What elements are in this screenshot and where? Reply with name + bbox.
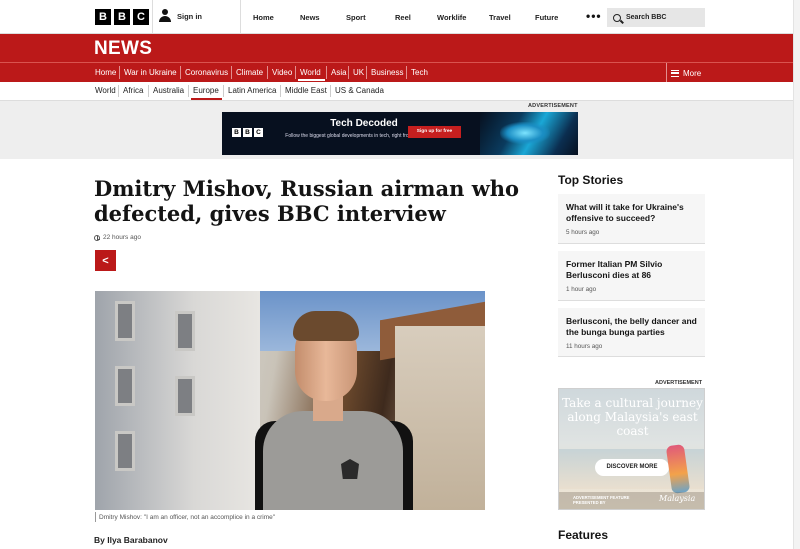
global-header: B B C Sign in Home News Sport Reel Workl… — [0, 0, 800, 34]
menu-icon — [671, 69, 679, 77]
nav-active-indicator — [298, 79, 325, 81]
signin-label: Sign in — [177, 11, 202, 21]
nav-tech[interactable]: Tech — [411, 68, 428, 77]
story-time: 5 hours ago — [566, 229, 600, 236]
user-icon — [159, 9, 171, 23]
subnav-separator — [280, 85, 281, 97]
news-banner: NEWS — [0, 34, 800, 62]
nav-home[interactable]: Home — [95, 68, 116, 77]
article-timestamp: 22 hours ago — [94, 234, 141, 241]
subnav-separator — [148, 85, 149, 97]
more-dots-icon[interactable]: ••• — [586, 10, 602, 22]
subnav-separator — [188, 85, 189, 97]
nav-video[interactable]: Video — [272, 68, 292, 77]
discover-more-button[interactable]: DISCOVER MORE — [595, 459, 669, 476]
subnav-latin-america[interactable]: Latin America — [228, 86, 276, 95]
photo-caption: Dmitry Mishov: "I am an officer, not an … — [99, 514, 276, 521]
share-button[interactable]: < — [95, 250, 116, 271]
article-headline: Dmitry Mishov, Russian airman who defect… — [94, 176, 520, 226]
subnav-africa[interactable]: Africa — [123, 86, 143, 95]
timestamp-text: 22 hours ago — [103, 234, 141, 241]
section-nav: Home War in Ukraine Coronavirus Climate … — [0, 62, 800, 83]
sidebar-ad-label: ADVERTISEMENT — [655, 380, 703, 386]
sidebar-ad-headline: Take a cultural journey along Malaysia's… — [562, 396, 703, 438]
story-time: 1 hour ago — [566, 286, 597, 293]
nav-climate[interactable]: Climate — [236, 68, 263, 77]
share-icon: < — [102, 254, 109, 267]
story-title[interactable]: What will it take for Ukraine's offensiv… — [566, 202, 701, 224]
top-story-card[interactable]: Berlusconi, the belly dancer and the bun… — [558, 308, 705, 357]
caption-bar — [95, 512, 96, 522]
story-title[interactable]: Berlusconi, the belly dancer and the bun… — [566, 316, 701, 338]
nav-business[interactable]: Business — [371, 68, 403, 77]
subnav-australia[interactable]: Australia — [153, 86, 184, 95]
nav-separator — [231, 66, 232, 79]
nav-asia[interactable]: Asia — [331, 68, 347, 77]
subnav-europe[interactable]: Europe — [193, 86, 219, 95]
global-nav-worklife[interactable]: Worklife — [437, 13, 466, 22]
sidebar-ad-footer: ADVERTISEMENT FEATURE PRESENTED BY — [573, 495, 630, 505]
logo-letter: C — [133, 9, 149, 25]
search-placeholder: Search BBC — [626, 14, 667, 21]
clock-icon — [94, 234, 100, 241]
nav-war-in-ukraine[interactable]: War in Ukraine — [124, 68, 177, 77]
bbc-logo[interactable]: B B C — [95, 9, 149, 25]
logo-letter: B — [232, 128, 241, 137]
more-menu-button[interactable]: More — [666, 63, 701, 83]
nav-world[interactable]: World — [300, 68, 321, 77]
malaysia-logo: Malaysia — [659, 494, 696, 503]
nav-coronavirus[interactable]: Coronavirus — [185, 68, 228, 77]
subnav-active-indicator — [191, 98, 222, 100]
divider — [152, 0, 153, 34]
ad-artwork — [480, 112, 578, 155]
more-label: More — [683, 68, 702, 78]
search-icon — [613, 13, 621, 22]
malaysia-ad[interactable]: Take a cultural journey along Malaysia's… — [558, 388, 705, 510]
subnav-separator — [223, 85, 224, 97]
subsection-nav: World Africa Australia Europe Latin Amer… — [0, 82, 800, 101]
top-stories-heading: Top Stories — [558, 173, 624, 187]
subnav-separator — [118, 85, 119, 97]
subnav-us-canada[interactable]: US & Canada — [335, 86, 384, 95]
logo-letter: B — [95, 9, 111, 25]
logo-letter: B — [114, 9, 130, 25]
tech-decoded-ad[interactable]: B B C Tech Decoded Follow the biggest gl… — [222, 112, 578, 155]
signin-button[interactable]: Sign in — [159, 9, 202, 23]
nav-uk[interactable]: UK — [353, 68, 364, 77]
top-story-card[interactable]: Former Italian PM Silvio Berlusconi dies… — [558, 251, 705, 301]
nav-separator — [406, 66, 407, 79]
story-time: 11 hours ago — [566, 343, 603, 350]
global-nav-home[interactable]: Home — [253, 13, 274, 22]
news-logo[interactable]: NEWS — [94, 38, 152, 60]
global-nav-reel[interactable]: Reel — [395, 13, 411, 22]
divider — [240, 0, 241, 34]
nav-separator — [180, 66, 181, 79]
article-photo — [95, 291, 485, 510]
article-byline: By Ilya Barabanov — [94, 535, 168, 545]
ad-bbc-logo: B B C — [232, 128, 263, 137]
global-nav-future[interactable]: Future — [535, 13, 558, 22]
global-nav-travel[interactable]: Travel — [489, 13, 511, 22]
global-nav-news[interactable]: News — [300, 13, 320, 22]
ad-label: ADVERTISEMENT — [528, 103, 578, 109]
logo-letter: B — [243, 128, 252, 137]
top-story-card[interactable]: What will it take for Ukraine's offensiv… — [558, 194, 705, 244]
nav-separator — [366, 66, 367, 79]
ad-signup-button[interactable]: Sign up for free — [408, 126, 461, 138]
search-input[interactable]: Search BBC — [607, 8, 705, 27]
nav-separator — [119, 66, 120, 79]
logo-letter: C — [254, 128, 263, 137]
ad-title: Tech Decoded — [330, 118, 398, 129]
subnav-middle-east[interactable]: Middle East — [285, 86, 327, 95]
story-title[interactable]: Former Italian PM Silvio Berlusconi dies… — [566, 259, 701, 281]
nav-separator — [326, 66, 327, 79]
nav-separator — [267, 66, 268, 79]
nav-separator — [295, 66, 296, 79]
scrollbar[interactable] — [793, 0, 800, 549]
features-heading: Features — [558, 528, 609, 542]
nav-separator — [348, 66, 349, 79]
subnav-separator — [330, 85, 331, 97]
global-nav-sport[interactable]: Sport — [346, 13, 366, 22]
subnav-world[interactable]: World — [95, 86, 116, 95]
